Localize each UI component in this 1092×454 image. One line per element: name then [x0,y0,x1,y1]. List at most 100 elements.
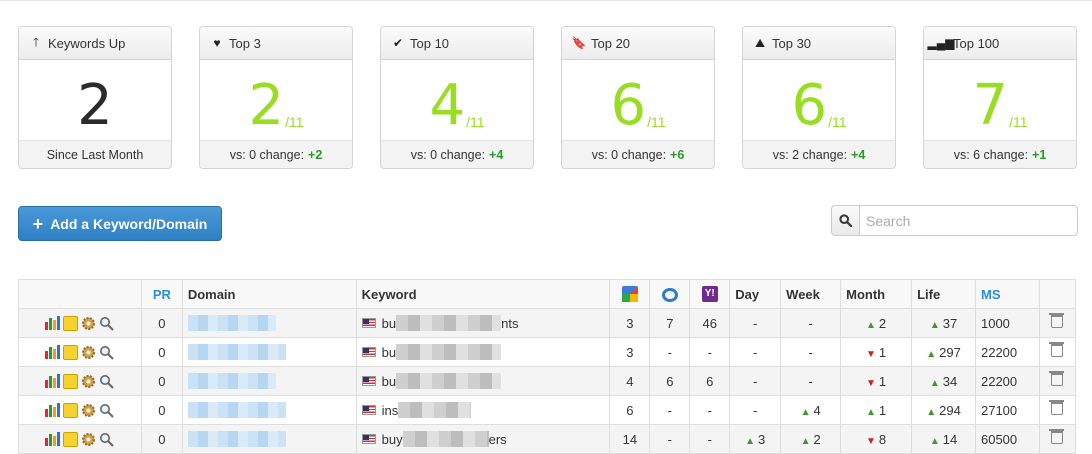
life-header[interactable]: Life [911,279,976,309]
up-arrow-icon: ▲ [800,435,811,447]
bar-chart-icon[interactable] [45,345,61,359]
trash-icon[interactable] [1049,313,1065,328]
week-header[interactable]: Week [780,279,842,309]
note-icon[interactable] [63,373,79,389]
delete-cell [1038,424,1077,454]
note-icon[interactable] [63,344,79,360]
keyword-start: buy [381,431,403,447]
google-rank-cell: 14 [609,424,651,454]
settings-icon[interactable] [81,403,96,418]
keyword-header[interactable]: Keyword [355,279,611,309]
magnifier-icon[interactable] [99,316,115,331]
redacted-domain [187,431,286,448]
settings-icon[interactable] [81,345,96,360]
card-value: 6/11 [743,60,895,140]
card-total: /11 [647,114,666,130]
card-change: +4 [489,147,504,162]
note-icon[interactable] [63,431,79,447]
keyword-cell[interactable]: ins [355,395,611,425]
redacted-keyword [398,402,472,418]
keyword-end: ers [488,431,507,447]
week-value: - [808,373,813,389]
card-number: 2 [77,73,113,138]
card-number: 4 [429,73,466,138]
ms-cell: 27100 [974,395,1040,425]
table-row: 0 buy ers 14- - ▲ 3 ▲ 2 ▼ 8 ▲ 14 60500 [18,424,1077,454]
bing-icon [661,287,678,302]
bar-chart-icon[interactable] [45,374,61,388]
road-icon: ⛰ [754,35,766,50]
card-value: 2/11 [200,60,352,140]
stat-card: ♥ Top 3 2/11 vs: 0 change: +2 [199,26,353,169]
trash-icon[interactable] [1049,429,1065,444]
ms-header[interactable]: MS [974,279,1040,309]
bing-rank-cell: - [649,337,691,367]
domain-header[interactable]: Domain [181,279,357,309]
domain-cell[interactable] [181,424,357,454]
row-actions [18,395,142,425]
note-icon[interactable] [63,402,79,418]
bing-rank-cell: 6 [649,366,691,396]
google-header[interactable] [609,279,651,309]
yahoo-rank-cell: 46 [689,308,731,338]
google-rank-cell: 4 [609,366,651,396]
settings-icon[interactable] [81,374,96,389]
bar-chart-icon[interactable] [45,403,61,417]
magnifier-icon[interactable] [99,374,115,389]
card-total: /11 [285,114,304,130]
day-cell: - [729,395,782,425]
note-icon[interactable] [63,315,79,331]
us-flag-icon [361,434,376,444]
keyword-start: bu [381,344,397,360]
card-title: Top 20 [591,35,631,51]
row-actions [18,337,142,367]
us-flag-icon [361,347,376,357]
row-actions [18,424,142,454]
trash-icon[interactable] [1049,371,1065,386]
yahoo-header[interactable]: Y! [689,279,731,309]
bing-header[interactable] [649,279,691,309]
redacted-keyword [396,344,502,360]
search-input[interactable] [859,205,1078,236]
card-total: /11 [1009,114,1028,130]
bar-chart-icon[interactable] [45,432,61,446]
card-total: /11 [466,114,485,130]
delete-cell [1038,366,1077,396]
card-number: 6 [610,73,647,138]
settings-icon[interactable] [81,432,96,447]
card-value: 4/11 [381,60,533,140]
week-value: 2 [813,431,821,447]
magnifier-icon[interactable] [99,403,115,418]
bar-chart-icon[interactable] [45,316,61,330]
card-header: ⛰ Top 30 [743,27,895,60]
month-header[interactable]: Month [840,279,913,309]
redacted-keyword [402,431,489,447]
keyword-cell[interactable]: bu [355,337,611,367]
search-icon[interactable] [831,205,859,236]
yahoo-icon: Y! [701,286,718,303]
magnifier-icon[interactable] [99,432,115,447]
google-icon [621,286,638,303]
life-value: 34 [942,373,958,389]
domain-cell[interactable] [181,366,357,396]
domain-cell[interactable] [181,308,357,338]
table-row: 0 bu nts 3 7 46- - ▲ 2 ▲ 37 1000 [18,308,1077,338]
settings-icon[interactable] [81,316,96,331]
pr-cell: 0 [140,424,183,454]
stat-card: ▂▄▆ Top 100 7/11 vs: 6 change: +1 [923,26,1077,169]
keyword-cell[interactable]: bu nts [355,308,611,338]
add-keyword-button[interactable]: + Add a Keyword/Domain [18,206,222,241]
domain-cell[interactable] [181,395,357,425]
day-header[interactable]: Day [729,279,782,309]
keyword-cell[interactable]: bu [355,366,611,396]
card-footer-text: vs: 6 change: [953,147,1029,162]
domain-cell[interactable] [181,337,357,367]
up-arrow-icon: ▲ [926,348,937,360]
trash-icon[interactable] [1049,342,1065,357]
magnifier-icon[interactable] [99,345,115,360]
keyword-cell[interactable]: buy ers [355,424,611,454]
trash-icon[interactable] [1049,400,1065,415]
us-flag-icon [361,318,376,328]
card-footer: vs: 0 change: +4 [381,140,533,168]
pr-header[interactable]: PR [140,279,183,309]
